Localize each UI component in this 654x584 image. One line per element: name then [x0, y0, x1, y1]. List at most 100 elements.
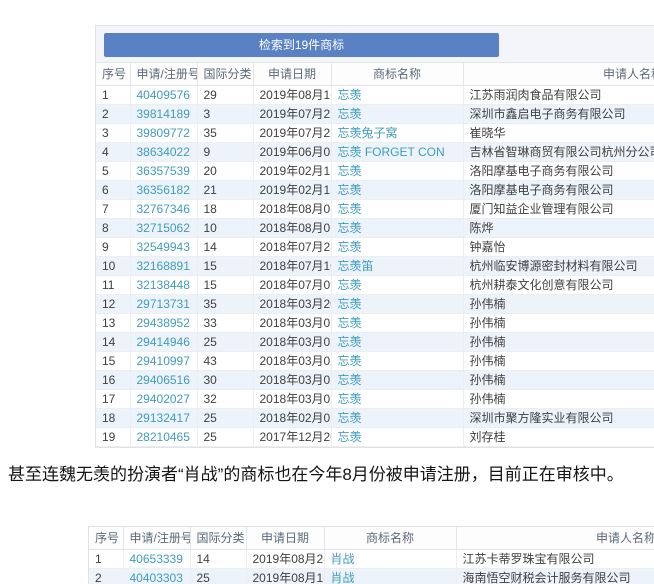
class-cell: 35	[197, 294, 254, 314]
trademark-name-link[interactable]: 忘羡	[338, 183, 362, 197]
registration-number-link[interactable]: 39809772	[137, 126, 190, 140]
applicant-cell: 海南悟空财税会计服务有限公司	[456, 568, 654, 584]
xiaozhan-table: 序号 申请/注册号 国际分类 申请日期 商标名称 申请人名称 1 40653339 14 201…	[89, 527, 654, 584]
class-cell: 25	[197, 408, 254, 428]
trademark-name-link[interactable]: 忘羡	[338, 354, 362, 368]
class-cell: 33	[197, 313, 254, 333]
trademark-name-link[interactable]: 忘羡	[338, 373, 362, 387]
table-row: 2 39814189 32019年07月22日忘羡 深圳市鑫启电子商务有限公司	[96, 104, 654, 124]
table-row: 2 40403303 252019年08月16日肖战 海南悟空财税会计服务有限公司	[89, 568, 654, 584]
trademark-name-link[interactable]: 忘羡兔子窝	[338, 126, 398, 140]
trademark-name-link[interactable]: 忘羡	[338, 221, 362, 235]
date-cell: 2017年12月20日	[253, 427, 332, 447]
registration-number-cell: 38634022	[130, 142, 198, 162]
table-row: 19 28210465 252017年12月20日忘羡 刘存桂	[96, 427, 654, 447]
trademark-name-link[interactable]: 忘羡	[338, 430, 362, 444]
registration-number-link[interactable]: 29402027	[137, 392, 190, 406]
table-row: 1 40409576 292019年08月16日忘羡 江苏雨润肉食品有限公司	[96, 85, 654, 105]
registration-number-link[interactable]: 32168891	[137, 259, 190, 273]
table-row: 9 32549943 142018年07月28日忘羡 钟嘉怡	[96, 237, 654, 257]
applicant-cell: 孙伟楠	[463, 389, 654, 409]
registration-number-link[interactable]: 32715062	[137, 221, 190, 235]
trademark-name-link[interactable]: 忘羡	[338, 88, 362, 102]
column-header: 商标名称	[331, 63, 464, 86]
trademark-name-link[interactable]: 忘羡	[338, 107, 362, 121]
registration-number-link[interactable]: 36357539	[137, 164, 190, 178]
registration-number-link[interactable]: 40409576	[137, 88, 190, 102]
trademark-name-link[interactable]: 肖战	[331, 571, 355, 584]
commentary-text: 甚至连魏无羡的扮演者“肖战”的商标也在今年8月份被申请注册，目前正在审核中。	[8, 465, 624, 484]
date-cell: 2019年06月03日	[253, 142, 332, 162]
trademark-name-link[interactable]: 忘羡 FORGET CON	[338, 145, 445, 159]
column-header: 申请日期	[246, 527, 325, 550]
date-cell: 2018年07月28日	[253, 237, 332, 257]
date-cell: 2019年07月22日	[253, 123, 332, 143]
date-cell: 2018年02月05日	[253, 408, 332, 428]
serial-cell: 4	[96, 142, 131, 162]
trademark-name-link[interactable]: 忘羡	[338, 297, 362, 311]
registration-number-cell: 29402027	[130, 389, 198, 409]
trademark-name-link[interactable]: 忘羡	[338, 335, 362, 349]
table-row: 8 32715062 102018年08月06日忘羡 陈烨	[96, 218, 654, 238]
date-cell: 2018年03月02日	[253, 370, 332, 390]
class-cell: 25	[190, 568, 247, 584]
trademark-name-link[interactable]: 忘羡	[338, 278, 362, 292]
applicant-cell: 崔晓华	[463, 123, 654, 143]
table-row: 13 29438952 332018年03月05日忘羡 孙伟楠	[96, 313, 654, 333]
class-cell: 30	[197, 370, 254, 390]
registration-number-link[interactable]: 39814189	[137, 107, 190, 121]
registration-number-link[interactable]: 29438952	[137, 316, 190, 330]
registration-number-cell: 39809772	[130, 123, 198, 143]
column-header: 序号	[89, 527, 124, 550]
trademark-name-link[interactable]: 忘羡	[338, 202, 362, 216]
trademark-name-cell: 忘羡	[331, 161, 464, 181]
serial-cell: 1	[96, 85, 131, 105]
serial-cell: 11	[96, 275, 131, 295]
serial-cell: 8	[96, 218, 131, 238]
registration-number-link[interactable]: 29414946	[137, 335, 190, 349]
trademark-name-link[interactable]: 忘羡	[338, 316, 362, 330]
table-row: 10 32168891 152018年07月10日忘羡笛 杭州临安博源密封材料有限公司	[96, 256, 654, 276]
applicant-cell: 江苏雨润肉食品有限公司	[463, 85, 654, 105]
trademark-name-cell: 忘羡	[331, 180, 464, 200]
registration-number-link[interactable]: 40403303	[130, 571, 183, 584]
date-cell: 2019年02月15日	[253, 180, 332, 200]
trademark-name-link[interactable]: 忘羡	[338, 164, 362, 178]
registration-number-link[interactable]: 32138448	[137, 278, 190, 292]
trademark-name-cell: 忘羡	[331, 85, 464, 105]
registration-number-link[interactable]: 40653339	[130, 552, 183, 566]
trademark-name-link[interactable]: 忘羡	[338, 240, 362, 254]
date-cell: 2018年03月05日	[253, 313, 332, 333]
class-cell: 21	[197, 180, 254, 200]
registration-number-link[interactable]: 29132417	[137, 411, 190, 425]
table-row: 1 40653339 142019年08月28日肖战 江苏卡蒂罗珠宝有限公司	[89, 549, 654, 569]
registration-number-link[interactable]: 32549943	[137, 240, 190, 254]
serial-cell: 13	[96, 313, 131, 333]
registration-number-cell: 29414946	[130, 332, 198, 352]
date-cell: 2019年02月15日	[253, 161, 332, 181]
registration-number-cell: 40653339	[123, 549, 191, 569]
registration-number-link[interactable]: 38634022	[137, 145, 190, 159]
registration-number-link[interactable]: 29410997	[137, 354, 190, 368]
trademark-name-link[interactable]: 忘羡笛	[338, 259, 374, 273]
registration-number-cell: 32767346	[130, 199, 198, 219]
header-row: 序号申请/注册号国际分类申请日期商标名称申请人名称	[96, 63, 654, 86]
registration-number-link[interactable]: 32767346	[137, 202, 190, 216]
registration-number-link[interactable]: 29713731	[137, 297, 190, 311]
trademark-name-link[interactable]: 肖战	[331, 552, 355, 566]
table-row: 5 36357539 202019年02月15日忘羡 洛阳摩基电子商务有限公司	[96, 161, 654, 181]
registration-number-link[interactable]: 29406516	[137, 373, 190, 387]
class-cell: 3	[197, 104, 254, 124]
registration-number-link[interactable]: 36356182	[137, 183, 190, 197]
class-cell: 14	[197, 237, 254, 257]
date-cell: 2019年08月16日	[253, 85, 332, 105]
registration-number-cell: 39814189	[130, 104, 198, 124]
trademark-name-cell: 忘羡	[331, 370, 464, 390]
registration-number-link[interactable]: 28210465	[137, 430, 190, 444]
serial-cell: 10	[96, 256, 131, 276]
applicant-cell: 洛阳摩基电子商务有限公司	[463, 180, 654, 200]
registration-number-cell: 32549943	[130, 237, 198, 257]
trademark-name-link[interactable]: 忘羡	[338, 392, 362, 406]
trademark-name-link[interactable]: 忘羡	[338, 411, 362, 425]
column-header: 商标名称	[324, 527, 457, 550]
